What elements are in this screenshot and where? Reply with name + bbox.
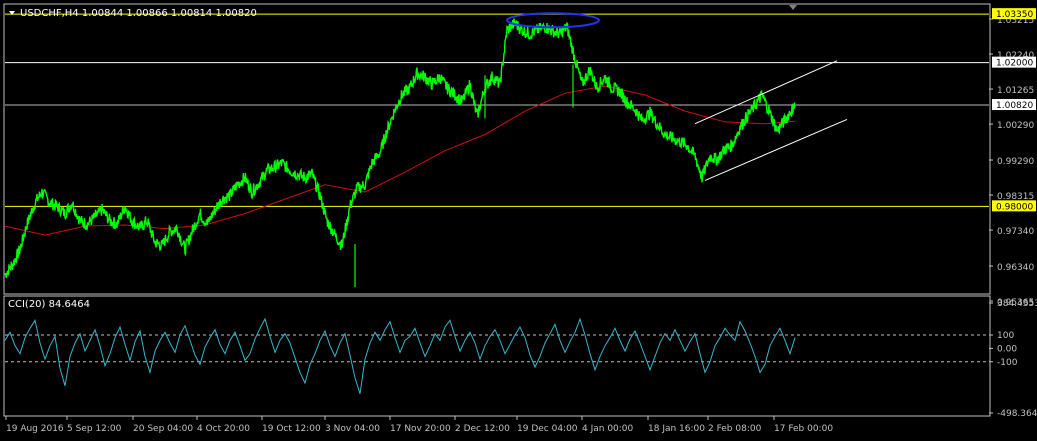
level-price-label: 1.00820: [996, 101, 1033, 111]
x-tick-label: 18 Jan 16:00: [648, 424, 705, 434]
cci-y-tick-label: 384.4353: [997, 299, 1037, 309]
price-title: USDCHF,H4 1.00844 1.00866 1.00814 1.0082…: [20, 8, 257, 19]
price-panel-frame: [3, 3, 991, 295]
chart-canvas: 1.032151.022401.012651.002900.992900.983…: [3, 3, 1037, 434]
cci-title: CCI(20) 84.6464: [8, 299, 90, 310]
price-y-tick-label: 0.97340: [997, 227, 1034, 237]
level-price-label: 0.98000: [996, 202, 1033, 212]
price-y-tick-label: 0.99290: [997, 157, 1034, 167]
x-tick-label: 2 Feb 08:00: [708, 424, 762, 434]
price-y-tick-label: 1.00290: [997, 121, 1034, 131]
x-tick-label: 4 Jan 00:00: [582, 424, 634, 434]
price-panel: 1.032151.022401.012651.002900.992900.983…: [3, 3, 1036, 308]
x-tick-label: 17 Feb 00:00: [774, 424, 833, 434]
chart-title: USDCHF,H4 1.00844 1.00866 1.00814 1.0082…: [9, 8, 257, 19]
x-tick-label: 19 Aug 2016: [6, 424, 64, 434]
cci-panel-frame: [3, 295, 991, 417]
x-tick-label: 19 Dec 04:00: [517, 424, 578, 434]
x-tick-label: 2 Dec 12:00: [455, 424, 510, 434]
x-tick-label: 17 Nov 20:00: [390, 424, 451, 434]
x-tick-label: 4 Oct 20:00: [197, 424, 250, 434]
level-price-label: 1.03350: [996, 10, 1033, 20]
time-x-axis: 19 Aug 2016 5 Sep 12:00 20 Sep 04:00 4 Oct …: [5, 416, 833, 434]
x-tick-label: 3 Nov 04:00: [325, 424, 380, 434]
level-price-labels: 1.03350 1.02000 1.00820 0.98000: [992, 8, 1036, 212]
price-y-tick-label: 0.96340: [997, 263, 1034, 273]
level-price-label: 1.02000: [996, 59, 1033, 69]
cci-panel: 384.4353 100 0.00 -100 -498.3641 CCI(20) 84.…: [3, 295, 1037, 419]
cci-y-tick-label: -100: [997, 358, 1018, 368]
x-tick-label: 20 Sep 04:00: [133, 424, 193, 434]
cci-y-axis: 384.4353 100 0.00 -100 -498.3641: [989, 299, 1037, 419]
x-tick-label: 19 Oct 12:00: [262, 424, 321, 434]
cci-y-tick-label: 100: [997, 331, 1014, 341]
cci-y-tick-label: -498.3641: [997, 409, 1037, 419]
x-tick-label: 5 Sep 12:00: [67, 424, 122, 434]
price-y-tick-label: 1.01265: [997, 86, 1034, 96]
cci-y-tick-label: 0.00: [997, 344, 1017, 354]
